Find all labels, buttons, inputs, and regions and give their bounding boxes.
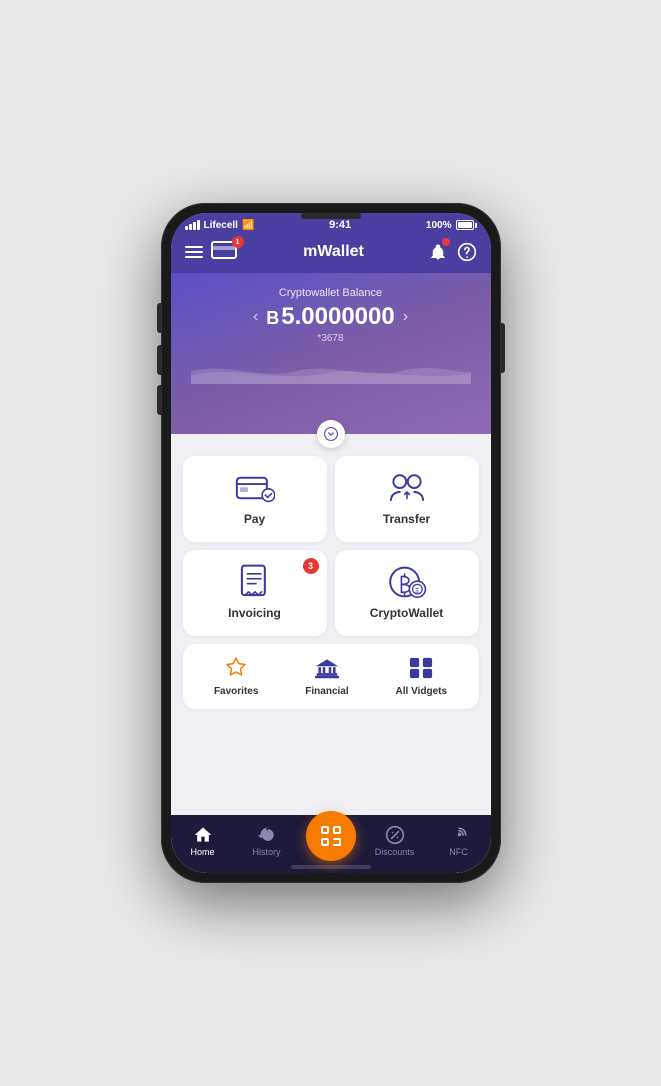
pay-button[interactable]: Pay	[183, 456, 327, 542]
phone-notch	[301, 213, 361, 219]
action-grid: Pay Transfer	[183, 456, 479, 636]
wave-svg	[191, 358, 471, 384]
nav-history[interactable]: History	[242, 825, 292, 857]
svg-text:Ξ: Ξ	[415, 587, 419, 594]
nav-discounts[interactable]: Discounts	[370, 825, 420, 857]
all-vidgets-label: All Vidgets	[396, 686, 448, 697]
history-icon	[257, 825, 277, 845]
all-vidgets-widget[interactable]: All Vidgets	[396, 656, 448, 697]
menu-button[interactable]	[185, 246, 203, 258]
pay-label: Pay	[244, 512, 265, 526]
nav-history-label: History	[252, 847, 280, 857]
scan-icon	[319, 824, 343, 848]
balance-row: ‹ B5.0000000 ›	[191, 303, 471, 331]
invoicing-badge: 3	[303, 558, 319, 574]
notification-badge	[442, 238, 450, 246]
balance-amount: B5.0000000	[266, 303, 394, 331]
wave-decoration	[191, 354, 471, 384]
discount-icon	[385, 825, 405, 845]
status-left: Lifecell 📶	[185, 220, 255, 231]
financial-widget[interactable]: Financial	[305, 656, 348, 697]
header-right	[429, 242, 477, 262]
phone-screen: Lifecell 📶 9:41 100% 1	[171, 213, 491, 873]
status-right: 100%	[426, 220, 477, 231]
transfer-icon	[387, 472, 427, 504]
app-title: mWallet	[303, 243, 364, 261]
notification-button[interactable]	[429, 242, 447, 262]
help-button[interactable]	[457, 242, 477, 262]
help-icon	[457, 242, 477, 262]
grid-icon	[408, 656, 434, 680]
home-indicator	[291, 865, 371, 869]
signal-icon	[185, 220, 200, 230]
main-content: Pay Transfer	[171, 434, 491, 815]
nav-nfc-label: NFC	[449, 847, 468, 857]
balance-next-button[interactable]: ›	[403, 308, 408, 326]
pay-icon	[235, 472, 275, 504]
scan-button[interactable]	[306, 811, 356, 861]
nav-discounts-label: Discounts	[375, 847, 415, 857]
header-left: 1	[185, 241, 239, 263]
cryptowallet-label: CryptoWallet	[370, 606, 444, 620]
favorites-label: Favorites	[214, 686, 258, 697]
transfer-button[interactable]: Transfer	[335, 456, 479, 542]
invoicing-button[interactable]: 3 Invoicing	[183, 550, 327, 636]
transfer-label: Transfer	[383, 512, 430, 526]
card-badge: 1	[232, 236, 244, 248]
wifi-icon: 📶	[242, 220, 254, 231]
nav-home[interactable]: Home	[178, 825, 228, 857]
nav-nfc[interactable]: NFC	[434, 825, 484, 857]
favorites-widget[interactable]: Favorites	[214, 656, 258, 697]
nfc-icon	[449, 825, 469, 845]
battery-icon	[456, 220, 477, 230]
cryptowallet-icon: Ξ	[387, 566, 427, 598]
currency-symbol: B	[266, 308, 279, 328]
star-icon	[223, 656, 249, 680]
chevron-down-icon	[324, 427, 338, 441]
carrier-label: Lifecell	[204, 220, 238, 231]
app-header: 1 mWallet	[171, 235, 491, 273]
financial-label: Financial	[305, 686, 348, 697]
home-icon	[193, 825, 213, 845]
bank-icon	[314, 656, 340, 680]
balance-label: Cryptowallet Balance	[191, 287, 471, 299]
cryptowallet-button[interactable]: Ξ CryptoWallet	[335, 550, 479, 636]
account-mask: *3678	[191, 333, 471, 344]
card-button[interactable]: 1	[211, 241, 239, 263]
phone-frame: Lifecell 📶 9:41 100% 1	[161, 203, 501, 883]
widget-row: Favorites Financial	[183, 644, 479, 709]
expand-balance-button[interactable]	[317, 420, 345, 448]
invoicing-icon	[235, 566, 275, 598]
nav-home-label: Home	[190, 847, 214, 857]
invoicing-label: Invoicing	[228, 606, 281, 620]
time-display: 9:41	[329, 219, 351, 231]
balance-section: Cryptowallet Balance ‹ B5.0000000 › *367…	[171, 273, 491, 434]
battery-label: 100%	[426, 220, 452, 231]
balance-prev-button[interactable]: ‹	[253, 308, 258, 326]
